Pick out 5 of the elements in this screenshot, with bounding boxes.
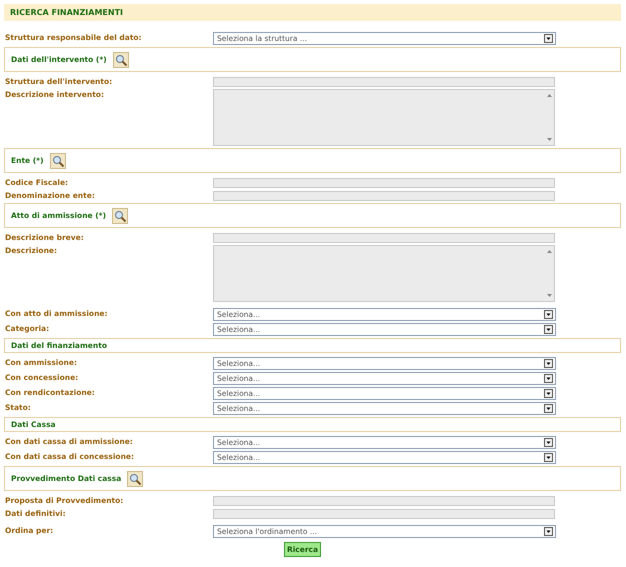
- page-title: RICERCA FINANZIAMENTI: [4, 4, 621, 21]
- search-icon[interactable]: [112, 208, 128, 224]
- search-icon[interactable]: [50, 152, 66, 168]
- search-icon[interactable]: [112, 52, 129, 68]
- search-icon[interactable]: [127, 470, 144, 486]
